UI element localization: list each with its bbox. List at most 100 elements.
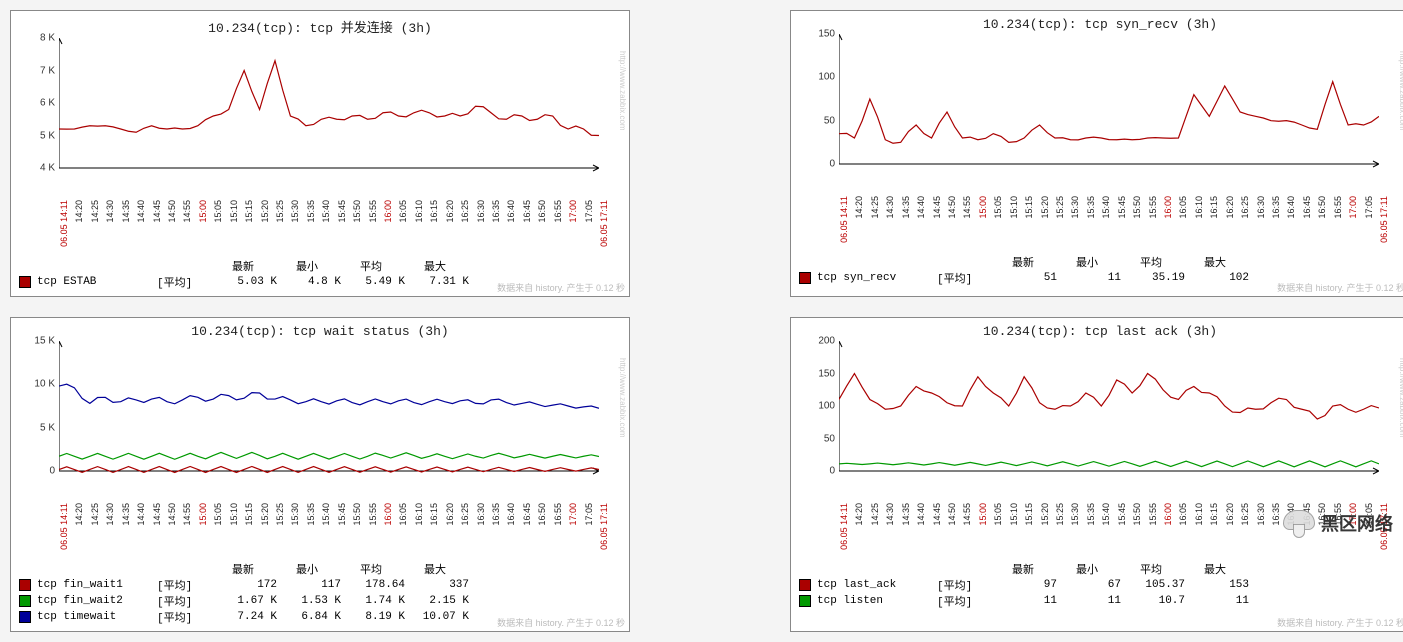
legend-agg-label: [平均] <box>937 577 993 593</box>
chart-title: 10.234(tcp): tcp wait status (3h) <box>11 318 629 341</box>
mushroom-icon <box>1281 508 1315 538</box>
x-tick-label: 15:50 <box>352 200 362 223</box>
legend-header: 最新 <box>991 561 1055 577</box>
x-tick-label: 14:55 <box>182 503 192 526</box>
x-tick-label: 14:30 <box>105 503 115 526</box>
x-tick-label: 14:35 <box>121 503 131 526</box>
x-tick-label: 17:05 <box>584 200 594 223</box>
chart-title: 10.234(tcp): tcp last ack (3h) <box>791 318 1403 341</box>
x-tick-label: 15:50 <box>352 503 362 526</box>
x-tick-label: 15:35 <box>306 200 316 223</box>
y-axis-labels: 050100150 <box>801 34 835 194</box>
x-tick-label: 17:00 <box>1348 196 1358 219</box>
x-tick-label: 14:50 <box>167 503 177 526</box>
x-tick-label: 17:05 <box>1364 196 1374 219</box>
chart-panel: 10.234(tcp): tcp last ack (3h)0501001502… <box>790 317 1403 632</box>
x-tick-label: 06.05 14:11 <box>839 196 849 243</box>
x-tick-label: 15:10 <box>229 200 239 223</box>
chart-svg <box>839 341 1379 483</box>
x-tick-label: 16:40 <box>1286 196 1296 219</box>
x-tick-label: 15:45 <box>1117 503 1127 526</box>
x-tick-label: 14:20 <box>74 200 84 223</box>
x-tick-label: 16:40 <box>506 503 516 526</box>
x-tick-label: 16:25 <box>1240 196 1250 219</box>
x-tick-label: 16:30 <box>1256 503 1266 526</box>
x-tick-label: 15:00 <box>978 196 988 219</box>
side-note: http://www.zabbix.com <box>618 51 627 131</box>
y-tick-label: 6 K <box>40 98 55 109</box>
x-tick-label: 14:45 <box>932 196 942 219</box>
legend-swatch <box>19 276 31 288</box>
x-tick-label: 06.05 14:11 <box>59 503 69 550</box>
x-tick-label: 14:50 <box>167 200 177 223</box>
y-tick-label: 5 K <box>40 130 55 141</box>
x-tick-label: 16:50 <box>1317 196 1327 219</box>
x-tick-label: 14:35 <box>901 196 911 219</box>
x-tick-label: 14:25 <box>870 196 880 219</box>
x-tick-label: 16:00 <box>1163 503 1173 526</box>
x-tick-label: 16:55 <box>1333 196 1343 219</box>
y-axis-labels: 05 K10 K15 K <box>21 341 55 501</box>
x-tick-label: 15:55 <box>1148 503 1158 526</box>
y-tick-label: 10 K <box>34 379 55 390</box>
legend-stat-value: 117 <box>277 579 341 591</box>
legend-header: 最大 <box>403 258 467 274</box>
x-tick-label: 14:50 <box>947 503 957 526</box>
x-tick-label: 14:45 <box>152 200 162 223</box>
legend-swatch <box>799 595 811 607</box>
x-tick-label: 17:00 <box>568 503 578 526</box>
x-tick-label: 15:10 <box>1009 503 1019 526</box>
x-tick-label: 16:25 <box>460 503 470 526</box>
legend-header: 平均 <box>1119 254 1183 270</box>
x-tick-label: 16:15 <box>1209 503 1219 526</box>
chart-area: 050100150 <box>839 34 1381 194</box>
x-tick-label: 15:40 <box>1101 196 1111 219</box>
chart-grid: 10.234(tcp): tcp 并发连接 (3h)4 K5 K6 K7 K8 … <box>0 0 1403 642</box>
legend-stat-value: 6.84 K <box>277 611 341 623</box>
legend-stat-value: 2.15 K <box>405 595 469 607</box>
watermark: 黑区网络 <box>1281 508 1393 538</box>
legend-series-name: tcp listen <box>817 595 937 607</box>
chart-svg <box>59 341 599 483</box>
x-tick-label: 16:05 <box>1178 196 1188 219</box>
legend-stat-value: 11 <box>1185 595 1249 607</box>
x-tick-label: 15:45 <box>1117 196 1127 219</box>
legend-header: 平均 <box>339 561 403 577</box>
x-tick-label: 15:25 <box>275 200 285 223</box>
x-tick-label: 15:05 <box>993 503 1003 526</box>
x-tick-label: 16:15 <box>429 200 439 223</box>
legend-swatch <box>19 595 31 607</box>
x-tick-label: 15:30 <box>1070 503 1080 526</box>
legend-header-row: 最新最小平均最大 <box>19 561 621 577</box>
x-tick-label: 15:30 <box>290 200 300 223</box>
legend-stat-value: 337 <box>405 579 469 591</box>
legend-swatch <box>799 579 811 591</box>
x-axis-labels: 06.05 14:1114:2014:2514:3014:3514:4014:4… <box>839 194 1381 250</box>
x-tick-label: 14:20 <box>854 196 864 219</box>
x-tick-label: 16:05 <box>398 503 408 526</box>
x-tick-label: 14:30 <box>885 503 895 526</box>
x-tick-label: 14:50 <box>947 196 957 219</box>
x-tick-label: 16:50 <box>537 200 547 223</box>
legend-agg-label: [平均] <box>937 270 993 286</box>
x-tick-label: 16:20 <box>1225 196 1235 219</box>
chart-title: 10.234(tcp): tcp syn_recv (3h) <box>791 11 1403 34</box>
x-tick-label: 16:20 <box>445 200 455 223</box>
x-tick-label: 16:30 <box>476 503 486 526</box>
x-tick-label: 14:30 <box>105 200 115 223</box>
chart-panel: 10.234(tcp): tcp syn_recv (3h)0501001500… <box>790 10 1403 297</box>
legend-series-name: tcp fin_wait1 <box>37 579 157 591</box>
y-tick-label: 100 <box>818 401 835 412</box>
legend-stat-value: 11 <box>1057 272 1121 284</box>
legend-series-name: tcp timewait <box>37 611 157 623</box>
legend-stat-value: 97 <box>993 579 1057 591</box>
x-tick-label: 15:15 <box>244 200 254 223</box>
x-tick-label: 14:45 <box>152 503 162 526</box>
legend-stat-value: 8.19 K <box>341 611 405 623</box>
y-tick-label: 0 <box>829 466 835 477</box>
series-line <box>59 466 599 472</box>
chart-panel: 10.234(tcp): tcp wait status (3h)05 K10 … <box>10 317 630 632</box>
x-tick-label: 16:35 <box>491 503 501 526</box>
x-tick-label: 15:10 <box>229 503 239 526</box>
x-tick-label: 15:30 <box>290 503 300 526</box>
